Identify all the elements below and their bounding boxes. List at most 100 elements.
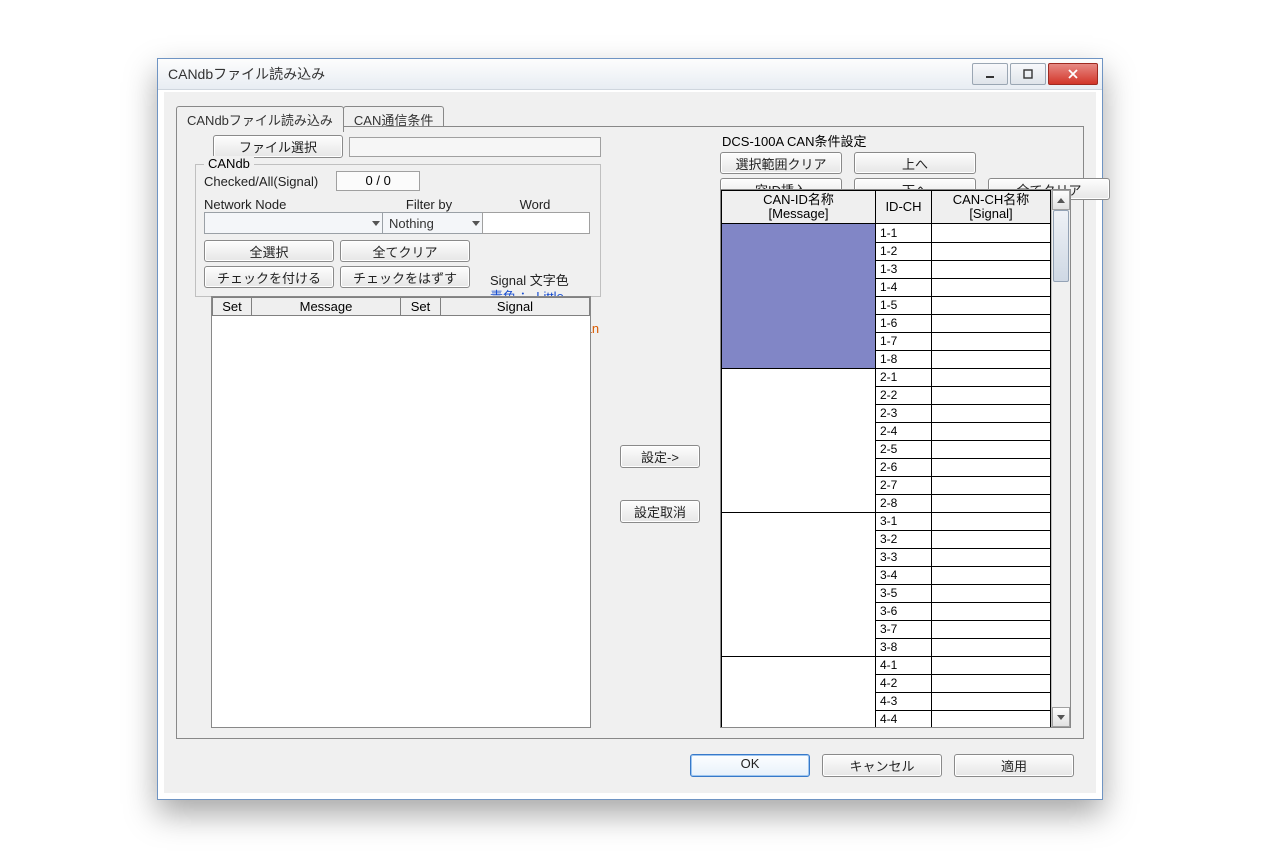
table-row[interactable]: 1-7 xyxy=(721,332,1051,350)
cell-can-ch-name xyxy=(932,674,1051,693)
select-all-button[interactable]: 全選択 xyxy=(204,240,334,262)
maximize-button[interactable] xyxy=(1010,63,1046,85)
right-table-scrollbar[interactable] xyxy=(1051,190,1070,727)
apply-button[interactable]: 適用 xyxy=(954,754,1074,777)
table-row[interactable]: 3-4 xyxy=(721,566,1051,584)
table-row[interactable]: 1-3 xyxy=(721,260,1051,278)
cell-can-ch-name xyxy=(932,530,1051,549)
table-row[interactable]: 3-2 xyxy=(721,530,1051,548)
file-path-field[interactable] xyxy=(349,137,601,157)
cell-can-ch-name xyxy=(932,296,1051,315)
cell-id-ch: 3-1 xyxy=(876,512,932,531)
right-panel: DCS-100A CAN条件設定 選択範囲クリア 上へ 空ID挿入 下へ 全てク… xyxy=(720,127,1071,728)
cell-can-ch-name xyxy=(932,422,1051,441)
cell-id-ch: 2-8 xyxy=(876,494,932,513)
col-can-ch-name[interactable]: CAN-CH名称[Signal] xyxy=(932,190,1051,224)
scroll-thumb[interactable] xyxy=(1053,210,1069,282)
table-row[interactable]: 3-5 xyxy=(721,584,1051,602)
cancel-button[interactable]: キャンセル xyxy=(822,754,942,777)
cell-can-id-name xyxy=(721,620,876,639)
cell-id-ch: 3-5 xyxy=(876,584,932,603)
minimize-button[interactable] xyxy=(972,63,1008,85)
check-on-button[interactable]: チェックを付ける xyxy=(204,266,334,288)
checked-all-label: Checked/All(Signal) xyxy=(204,174,318,189)
candb-group-legend: CANdb xyxy=(204,156,254,171)
table-row[interactable]: 2-2 xyxy=(721,386,1051,404)
clear-all-button[interactable]: 全てクリア xyxy=(340,240,470,262)
table-row[interactable]: 2-3 xyxy=(721,404,1051,422)
table-row[interactable]: 2-1 xyxy=(721,368,1051,386)
col-signal[interactable]: Signal xyxy=(441,297,590,316)
table-row[interactable]: 2-7 xyxy=(721,476,1051,494)
col-message[interactable]: Message xyxy=(252,297,401,316)
check-off-button[interactable]: チェックをはずす xyxy=(340,266,470,288)
cell-can-id-name xyxy=(721,638,876,657)
titlebar: CANdbファイル読み込み xyxy=(158,59,1102,90)
cell-id-ch: 2-2 xyxy=(876,386,932,405)
scroll-down-button[interactable] xyxy=(1052,707,1070,727)
cell-id-ch: 2-3 xyxy=(876,404,932,423)
filter-by-select[interactable]: Nothing xyxy=(382,212,486,234)
cell-can-id-name xyxy=(721,368,876,387)
table-row[interactable]: 2-5 xyxy=(721,440,1051,458)
right-title: DCS-100A CAN条件設定 xyxy=(722,131,1071,150)
move-up-button[interactable]: 上へ xyxy=(854,152,976,174)
cell-can-id-name xyxy=(721,422,876,441)
cell-can-ch-name xyxy=(932,278,1051,297)
cell-can-ch-name xyxy=(932,710,1051,727)
table-row[interactable]: 1-5 xyxy=(721,296,1051,314)
cell-id-ch: 3-8 xyxy=(876,638,932,657)
close-button[interactable] xyxy=(1048,63,1098,85)
network-node-select[interactable] xyxy=(204,212,386,234)
cell-can-ch-name xyxy=(932,332,1051,351)
cell-id-ch: 4-1 xyxy=(876,656,932,675)
cell-can-id-name xyxy=(721,530,876,549)
cell-can-id-name xyxy=(721,476,876,495)
col-set1[interactable]: Set xyxy=(212,297,252,316)
candb-group: CANdb Checked/All(Signal) 0 / 0 Network … xyxy=(195,164,601,297)
message-table[interactable]: Set Message Set Signal xyxy=(211,296,591,728)
cell-can-id-name xyxy=(721,278,876,297)
table-row[interactable]: 3-1 xyxy=(721,512,1051,530)
table-row[interactable]: 1-6 xyxy=(721,314,1051,332)
assign-button[interactable]: 設定-> xyxy=(620,445,700,468)
unassign-button[interactable]: 設定取消 xyxy=(620,500,700,523)
cell-can-ch-name xyxy=(932,386,1051,405)
cell-id-ch: 2-5 xyxy=(876,440,932,459)
table-row[interactable]: 3-8 xyxy=(721,638,1051,656)
scroll-up-button[interactable] xyxy=(1052,190,1070,210)
table-row[interactable]: 2-8 xyxy=(721,494,1051,512)
cell-can-ch-name xyxy=(932,476,1051,495)
file-select-button[interactable]: ファイル選択 xyxy=(213,135,343,158)
word-input[interactable] xyxy=(482,212,590,234)
table-row[interactable]: 2-6 xyxy=(721,458,1051,476)
cell-can-ch-name xyxy=(932,656,1051,675)
table-row[interactable]: 4-1 xyxy=(721,656,1051,674)
table-row[interactable]: 4-4 xyxy=(721,710,1051,727)
ok-button[interactable]: OK xyxy=(690,754,810,777)
table-row[interactable]: 1-4 xyxy=(721,278,1051,296)
cell-can-ch-name xyxy=(932,692,1051,711)
cell-can-ch-name xyxy=(932,620,1051,639)
cell-id-ch: 1-2 xyxy=(876,242,932,261)
clear-selection-button[interactable]: 選択範囲クリア xyxy=(720,152,842,174)
col-id-ch[interactable]: ID-CH xyxy=(876,190,932,224)
table-row[interactable]: 1-1 xyxy=(721,224,1051,242)
col-set2[interactable]: Set xyxy=(401,297,441,316)
table-row[interactable]: 3-6 xyxy=(721,602,1051,620)
table-row[interactable]: 3-7 xyxy=(721,620,1051,638)
cell-can-id-name xyxy=(721,260,876,279)
cell-id-ch: 1-7 xyxy=(876,332,932,351)
col-can-id-name[interactable]: CAN-ID名称[Message] xyxy=(721,190,876,224)
cell-can-id-name xyxy=(721,332,876,351)
table-row[interactable]: 4-2 xyxy=(721,674,1051,692)
table-row[interactable]: 1-2 xyxy=(721,242,1051,260)
filter-by-label: Filter by xyxy=(382,197,476,212)
table-row[interactable]: 1-8 xyxy=(721,350,1051,368)
table-row[interactable]: 4-3 xyxy=(721,692,1051,710)
cell-id-ch: 2-6 xyxy=(876,458,932,477)
filter-by-value: Nothing xyxy=(389,216,434,231)
table-row[interactable]: 3-3 xyxy=(721,548,1051,566)
tab-candb-read[interactable]: CANdbファイル読み込み xyxy=(176,106,344,132)
table-row[interactable]: 2-4 xyxy=(721,422,1051,440)
